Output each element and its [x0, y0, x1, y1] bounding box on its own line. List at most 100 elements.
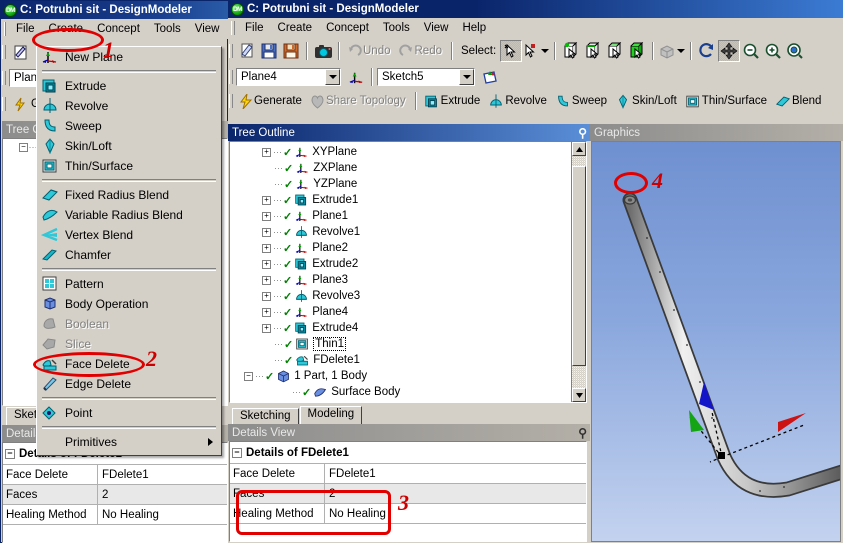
menu-item-pattern[interactable]: Pattern	[37, 274, 221, 294]
main-window-titlebar[interactable]: DM C: Potrubni sit - DesignModeler	[228, 0, 843, 18]
sketch-combo[interactable]: Sketch5	[377, 68, 475, 86]
menu-item-chamfer[interactable]: Chamfer	[37, 245, 221, 265]
pan-icon[interactable]	[718, 40, 741, 62]
new-plane-icon[interactable]	[345, 66, 367, 88]
rotate-icon[interactable]	[696, 40, 718, 62]
menu-item-boolean[interactable]: Boolean	[37, 314, 221, 334]
main-toolbar-plane[interactable]: Plane4 Sketch5	[228, 64, 843, 90]
menu-create[interactable]: Create	[271, 21, 320, 35]
details-row-face-delete[interactable]: Face Delete FDelete1	[230, 464, 586, 484]
menu-item-fixed-radius-blend[interactable]: Fixed Radius Blend	[37, 185, 221, 205]
menubar-grip[interactable]	[231, 20, 235, 35]
scroll-up-button[interactable]	[572, 142, 586, 156]
background-window-titlebar[interactable]: DM C: Potrubni sit - DesignModeler	[1, 1, 230, 19]
menubar-grip[interactable]	[4, 21, 6, 36]
tree-item-thin1[interactable]: ··· ✓ Thin1	[230, 336, 570, 352]
generate-button[interactable]: Generate	[236, 90, 307, 112]
menu-file[interactable]: File	[238, 21, 271, 35]
tree-expand-icon[interactable]: +	[262, 259, 271, 269]
menu-item-point[interactable]: Point	[37, 403, 221, 423]
tree-expand-icon[interactable]: +	[262, 291, 271, 301]
tree-item-plane2[interactable]: + ··· ✓ Plane2	[230, 240, 570, 256]
generate-icon[interactable]	[9, 93, 31, 115]
toolbar-grip[interactable]	[229, 94, 233, 108]
plane-combo-arrow[interactable]	[325, 69, 340, 85]
chevron-down-icon[interactable]	[541, 49, 550, 53]
single-select-icon[interactable]	[500, 40, 523, 62]
new-icon[interactable]	[236, 40, 258, 62]
box-select-icon[interactable]	[522, 40, 550, 62]
tree-expand-icon[interactable]: +	[262, 307, 271, 317]
menu-item-body-operation[interactable]: Body Operation	[37, 294, 221, 314]
main-window-menubar[interactable]: File Create Concept Tools View Help	[228, 18, 843, 38]
menu-item-slice[interactable]: Slice	[37, 334, 221, 354]
menu-item-extrude[interactable]: Extrude	[37, 76, 221, 96]
menu-tools[interactable]: Tools	[147, 22, 188, 36]
details-collapse-icon[interactable]: −	[232, 447, 242, 458]
menu-help[interactable]: Help	[455, 21, 493, 35]
background-window-menubar[interactable]: File Create Concept Tools View Help	[1, 19, 257, 39]
details-view-grid[interactable]: − Details of FDelete1 Face Delete FDelet…	[229, 441, 587, 542]
tree-scrollbar[interactable]	[571, 142, 586, 402]
tab-sketching[interactable]: Sketching	[232, 408, 299, 424]
menu-view[interactable]: View	[188, 22, 227, 36]
tree-expand-icon[interactable]: +	[262, 323, 271, 333]
tree-item-extrude2[interactable]: + ··· ✓ Extrude2	[230, 256, 570, 272]
select-edge-icon[interactable]	[582, 40, 604, 62]
tree-item-1-part-1-body[interactable]: − ··· ✓ 1 Part, 1 Body	[230, 368, 570, 384]
extend-selection-icon[interactable]	[658, 40, 686, 62]
toolbar-grip-3[interactable]	[2, 97, 6, 111]
menu-item-variable-radius-blend[interactable]: Variable Radius Blend	[37, 205, 221, 225]
sweep-button[interactable]: Sweep	[552, 90, 612, 112]
tree-outline-list[interactable]: + ··· ✓ XYPlane ··· ✓ ZXPlane ··· ✓ YZPlane + ··· ✓ E…	[229, 141, 587, 403]
toolbar-grip-2[interactable]	[2, 71, 6, 85]
menu-item-revolve[interactable]: Revolve	[37, 96, 221, 116]
menu-item-edge-delete[interactable]: Edge Delete	[37, 374, 221, 394]
pin-icon[interactable]: ⚲	[578, 127, 587, 139]
menu-file[interactable]: File	[9, 22, 42, 36]
tree-tabstrip[interactable]: Sketching Modeling	[228, 405, 594, 424]
plane-combo[interactable]: Plane4	[236, 68, 341, 86]
tree-item-revolve1[interactable]: + ··· ✓ Revolve1	[230, 224, 570, 240]
menu-item-sweep[interactable]: Sweep	[37, 116, 221, 136]
redo-button[interactable]: Redo	[396, 40, 448, 62]
box-zoom-icon[interactable]	[762, 40, 784, 62]
tree-expand-icon[interactable]: +	[262, 243, 271, 253]
background-details-row-faces[interactable]: Faces 2	[3, 485, 227, 505]
tree-expand-icon[interactable]: +	[262, 195, 271, 205]
menu-create[interactable]: Create	[42, 22, 91, 36]
tree-expand-icon[interactable]: −	[19, 142, 28, 152]
tree-expand-icon[interactable]: +	[262, 147, 271, 157]
toolbar-grip[interactable]	[229, 70, 233, 84]
new-icon[interactable]	[9, 41, 31, 63]
scrollbar-thumb[interactable]	[572, 166, 586, 366]
scrollbar-track-upper[interactable]	[572, 156, 586, 166]
toolbar-grip[interactable]	[2, 45, 6, 59]
thin-surface-button[interactable]: Thin/Surface	[682, 90, 772, 112]
tree-item-fdelete1[interactable]: ··· ✓ FDelete1	[230, 352, 570, 368]
zoom-icon[interactable]	[740, 40, 762, 62]
menu-item-new-plane[interactable]: New Plane	[37, 47, 221, 67]
tree-expand-icon[interactable]: +	[262, 211, 271, 221]
tree-item-surface-body[interactable]: ··· ✓ Surface Body	[230, 384, 570, 400]
zoom-to-fit-icon[interactable]	[784, 40, 806, 62]
tree-item-plane1[interactable]: + ··· ✓ Plane1	[230, 208, 570, 224]
tree-item-zxplane[interactable]: ··· ✓ ZXPlane	[230, 160, 570, 176]
select-vertex-icon[interactable]	[560, 40, 582, 62]
main-toolbar-features[interactable]: Generate Share Topology Extrude Revolve …	[228, 90, 843, 112]
menu-item-face-delete[interactable]: Face Delete	[37, 354, 221, 374]
menu-tools[interactable]: Tools	[376, 21, 417, 35]
tree-item-yzplane[interactable]: ··· ✓ YZPlane	[230, 176, 570, 192]
menu-concept[interactable]: Concept	[90, 22, 147, 36]
new-sketch-icon[interactable]	[479, 66, 501, 88]
menu-view[interactable]: View	[417, 21, 456, 35]
details-row-faces[interactable]: Faces 2	[230, 484, 586, 504]
extrude-button[interactable]: Extrude	[421, 90, 486, 112]
chevron-down-icon[interactable]	[677, 49, 686, 53]
scroll-down-button[interactable]	[572, 388, 586, 402]
background-details-row-facedelete[interactable]: Face Delete FDelete1	[3, 465, 227, 485]
toolbar-grip[interactable]	[229, 44, 233, 58]
menu-item-thin-surface[interactable]: Thin/Surface	[37, 156, 221, 176]
menu-concept[interactable]: Concept	[319, 21, 376, 35]
select-body-icon[interactable]	[626, 40, 648, 62]
